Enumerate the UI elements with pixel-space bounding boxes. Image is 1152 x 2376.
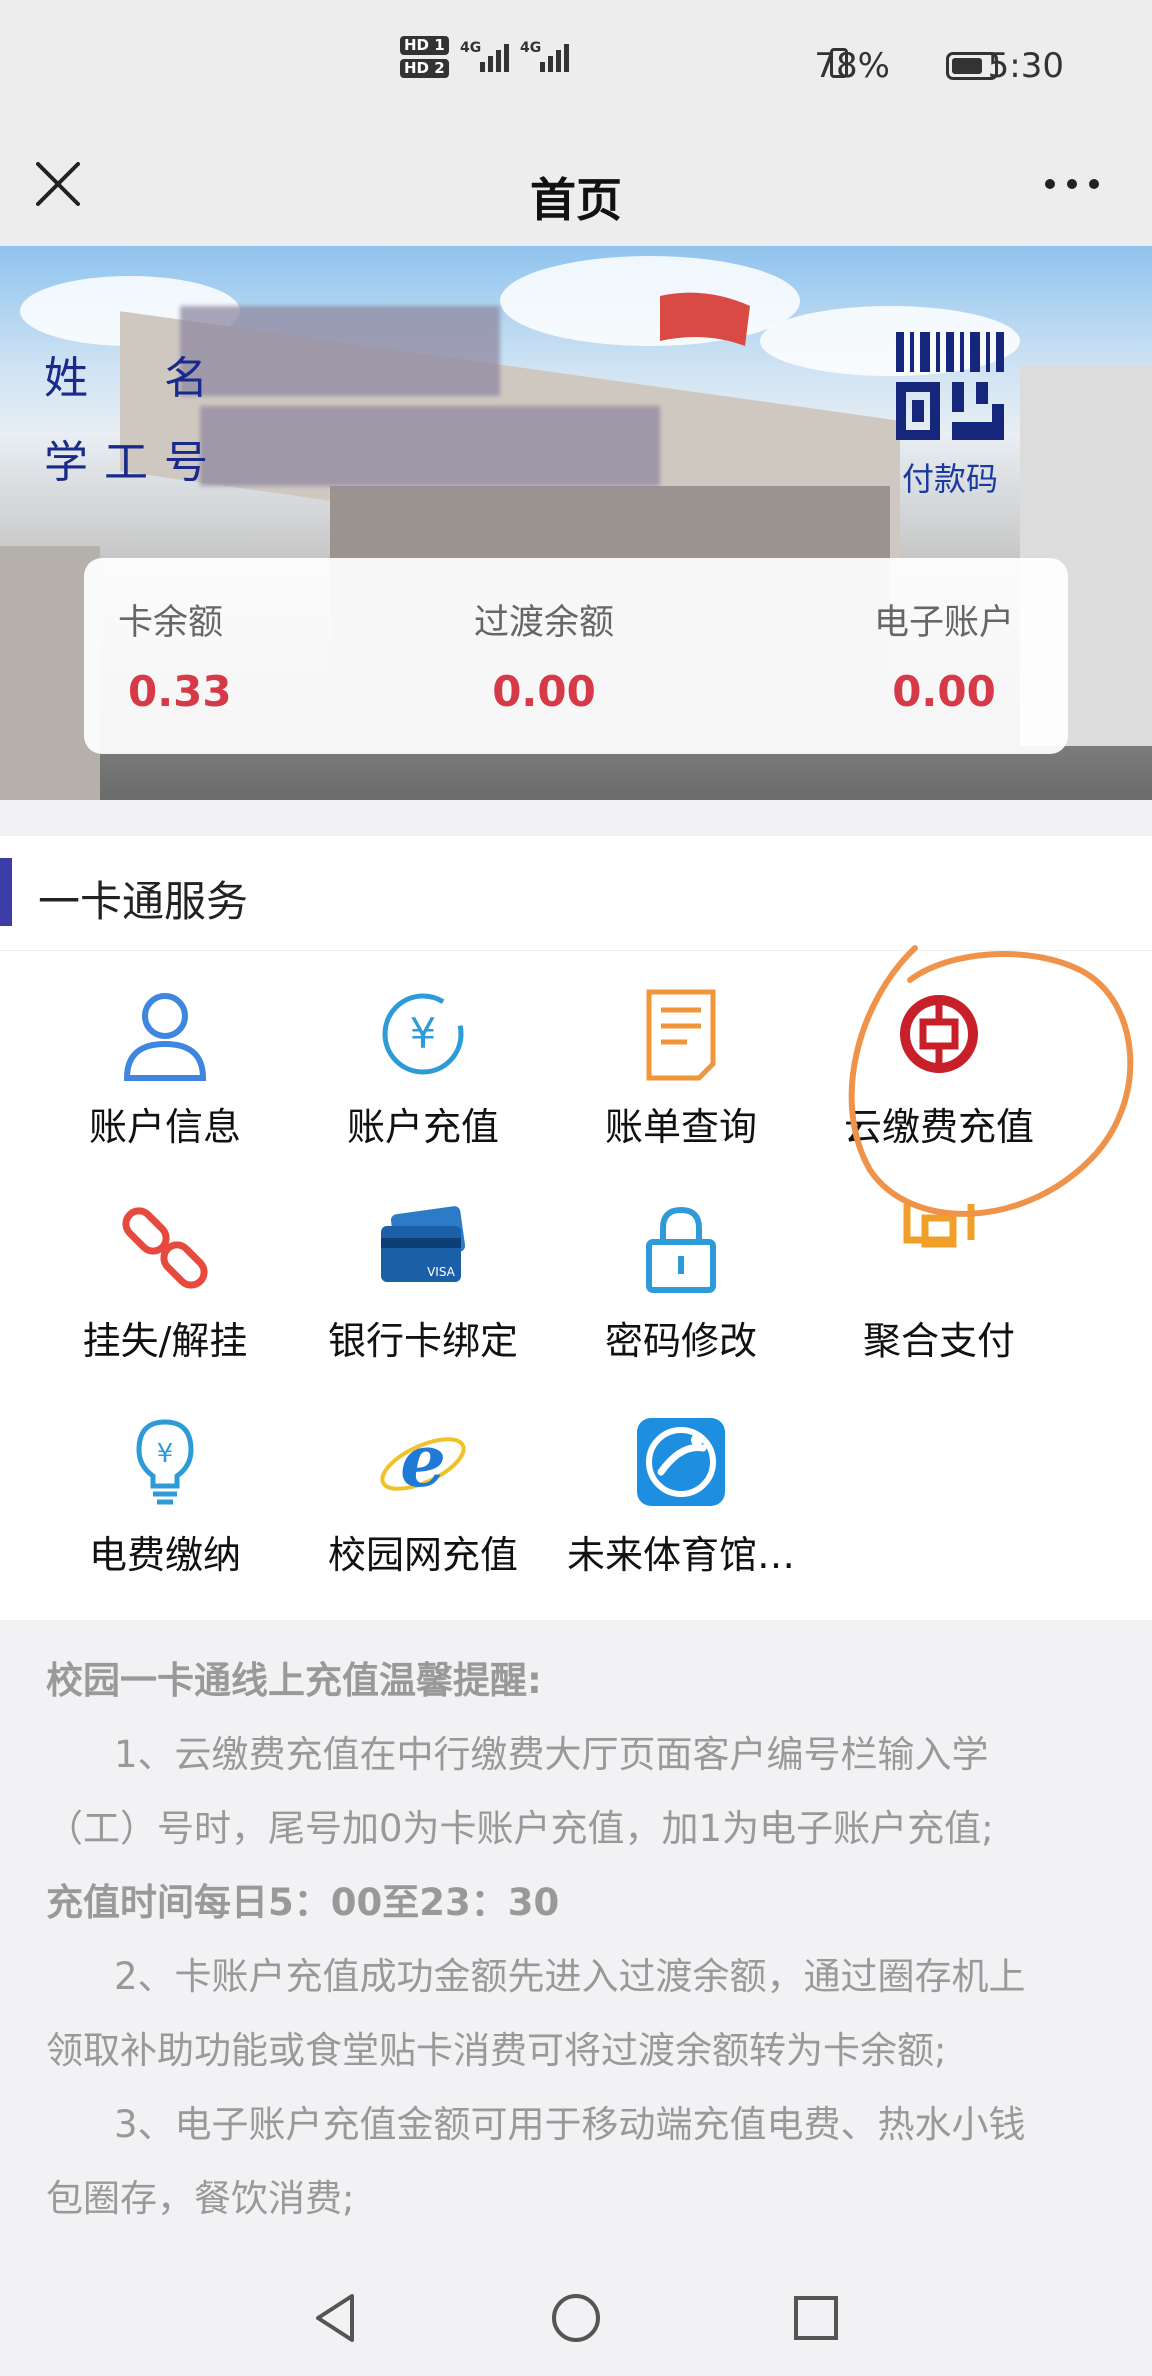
home-icon[interactable]	[548, 2290, 604, 2346]
service-label: 聚合支付	[862, 1319, 1015, 1363]
recharge-tips: 校园一卡通线上充值温馨提醒: 1、云缴费充值在中行缴费大厅页面客户编号栏输入学 …	[0, 1620, 1152, 2260]
balance-value: 0.33	[128, 667, 232, 716]
flag-image	[660, 292, 750, 346]
service-label: 银行卡绑定	[327, 1319, 518, 1363]
bill-icon	[646, 989, 716, 1081]
balance-value: 0.00	[492, 667, 596, 716]
lock-icon	[646, 1206, 716, 1293]
balance-label: 过渡余额	[474, 603, 615, 643]
id-label: 学工号	[44, 437, 224, 488]
battery-percent: 78%	[814, 46, 890, 86]
service-campus-network[interactable]: e 校园网充值	[294, 1414, 552, 1579]
recents-icon[interactable]	[788, 2290, 844, 2346]
transition-balance[interactable]: 过渡余额 0.00	[474, 594, 614, 716]
service-electricity-fee[interactable]: ¥ 电费缴纳	[36, 1414, 294, 1579]
tips-line: 领取补助功能或食堂贴卡消费可将过渡余额转为卡余额;	[46, 2029, 947, 2072]
tips-line: 1、云缴费充值在中行缴费大厅页面客户编号栏输入学	[114, 1733, 989, 1776]
status-bar: HD 1 HD 2 4G 4G 78% 5:30	[0, 0, 1152, 136]
e-account-balance[interactable]: 电子账户 0.00	[874, 594, 1014, 716]
ie-browser-icon: e	[380, 1418, 466, 1503]
lightbulb-icon: ¥	[136, 1419, 194, 1505]
paycode-label: 付款码	[901, 460, 998, 498]
tips-line: （工）号时，尾号加0为卡账户充值，加1为电子账户充值;	[46, 1807, 994, 1850]
card-balance[interactable]: 卡余额 0.33	[118, 594, 232, 716]
service-label: 未来体育馆…	[566, 1533, 795, 1577]
service-label: 账户信息	[88, 1105, 241, 1149]
service-bind-bank-card[interactable]: VISA 银行卡绑定	[294, 1200, 552, 1365]
balance-label: 卡余额	[118, 603, 224, 643]
name-label: 姓 名	[44, 353, 224, 404]
tips-line: 充值时间每日5：00至23：30	[46, 1881, 560, 1924]
chain-link-icon	[122, 1207, 208, 1289]
yen-circle-icon: ¥	[382, 993, 464, 1075]
service-label: 密码修改	[604, 1319, 757, 1363]
network-type-label: 4G	[520, 40, 542, 56]
bank-card-icon: VISA	[381, 1206, 466, 1282]
annotation-circle	[848, 945, 1134, 1217]
service-change-password[interactable]: 密码修改	[552, 1200, 810, 1365]
service-label: 电费缴纳	[88, 1533, 241, 1577]
section-header: 一卡通服务	[0, 836, 1152, 951]
qr-barcode-icon	[896, 332, 1004, 440]
tips-line: 包圈存，餐饮消费;	[46, 2177, 355, 2220]
title-bar: 首页	[0, 136, 1152, 246]
balance-card: 卡余额 0.33 过渡余额 0.00 电子账户 0.00	[84, 558, 1068, 754]
paycode-button[interactable]: 付款码	[880, 326, 1020, 500]
service-account-info[interactable]: 账户信息	[36, 986, 294, 1151]
more-icon[interactable]	[1040, 162, 1104, 206]
service-label: 挂失/解挂	[82, 1319, 248, 1363]
tips-line: 2、卡账户充值成功金额先进入过渡余额，通过圈存机上	[114, 1955, 1026, 1998]
svg-text:¥: ¥	[410, 1009, 437, 1058]
sim-indicators: HD 1 HD 2	[400, 36, 449, 82]
service-label: 校园网充值	[327, 1533, 518, 1577]
balance-value: 0.00	[892, 667, 996, 716]
svg-text:e: e	[400, 1418, 446, 1503]
sim2-badge: HD 2	[400, 59, 449, 78]
tips-line: 3、电子账户充值金额可用于移动端充值电费、热水小钱	[114, 2103, 1026, 2146]
service-future-gym[interactable]: 未来体育馆…	[552, 1414, 810, 1579]
back-icon[interactable]	[308, 2290, 364, 2346]
service-label: 账户充值	[346, 1105, 499, 1149]
service-label: 账单查询	[604, 1105, 757, 1149]
user-icon	[123, 993, 207, 1081]
clock: 5:30	[987, 46, 1064, 86]
sim1-badge: HD 1	[400, 36, 449, 55]
sports-app-icon	[637, 1418, 725, 1506]
svg-text:VISA: VISA	[427, 1265, 456, 1279]
tips-title: 校园一卡通线上充值温馨提醒:	[46, 1659, 542, 1702]
section-title: 一卡通服务	[38, 877, 249, 926]
service-account-recharge[interactable]: ¥ 账户充值	[294, 986, 552, 1151]
system-navigation-bar	[0, 2260, 1152, 2376]
service-bill-query[interactable]: 账单查询	[552, 986, 810, 1151]
page-title: 首页	[530, 173, 622, 227]
network-type-label: 4G	[460, 40, 482, 56]
svg-text:¥: ¥	[157, 1439, 174, 1469]
service-report-loss[interactable]: 挂失/解挂	[36, 1200, 294, 1365]
balance-label: 电子账户	[874, 603, 1015, 643]
section-accent-bar	[0, 858, 12, 926]
